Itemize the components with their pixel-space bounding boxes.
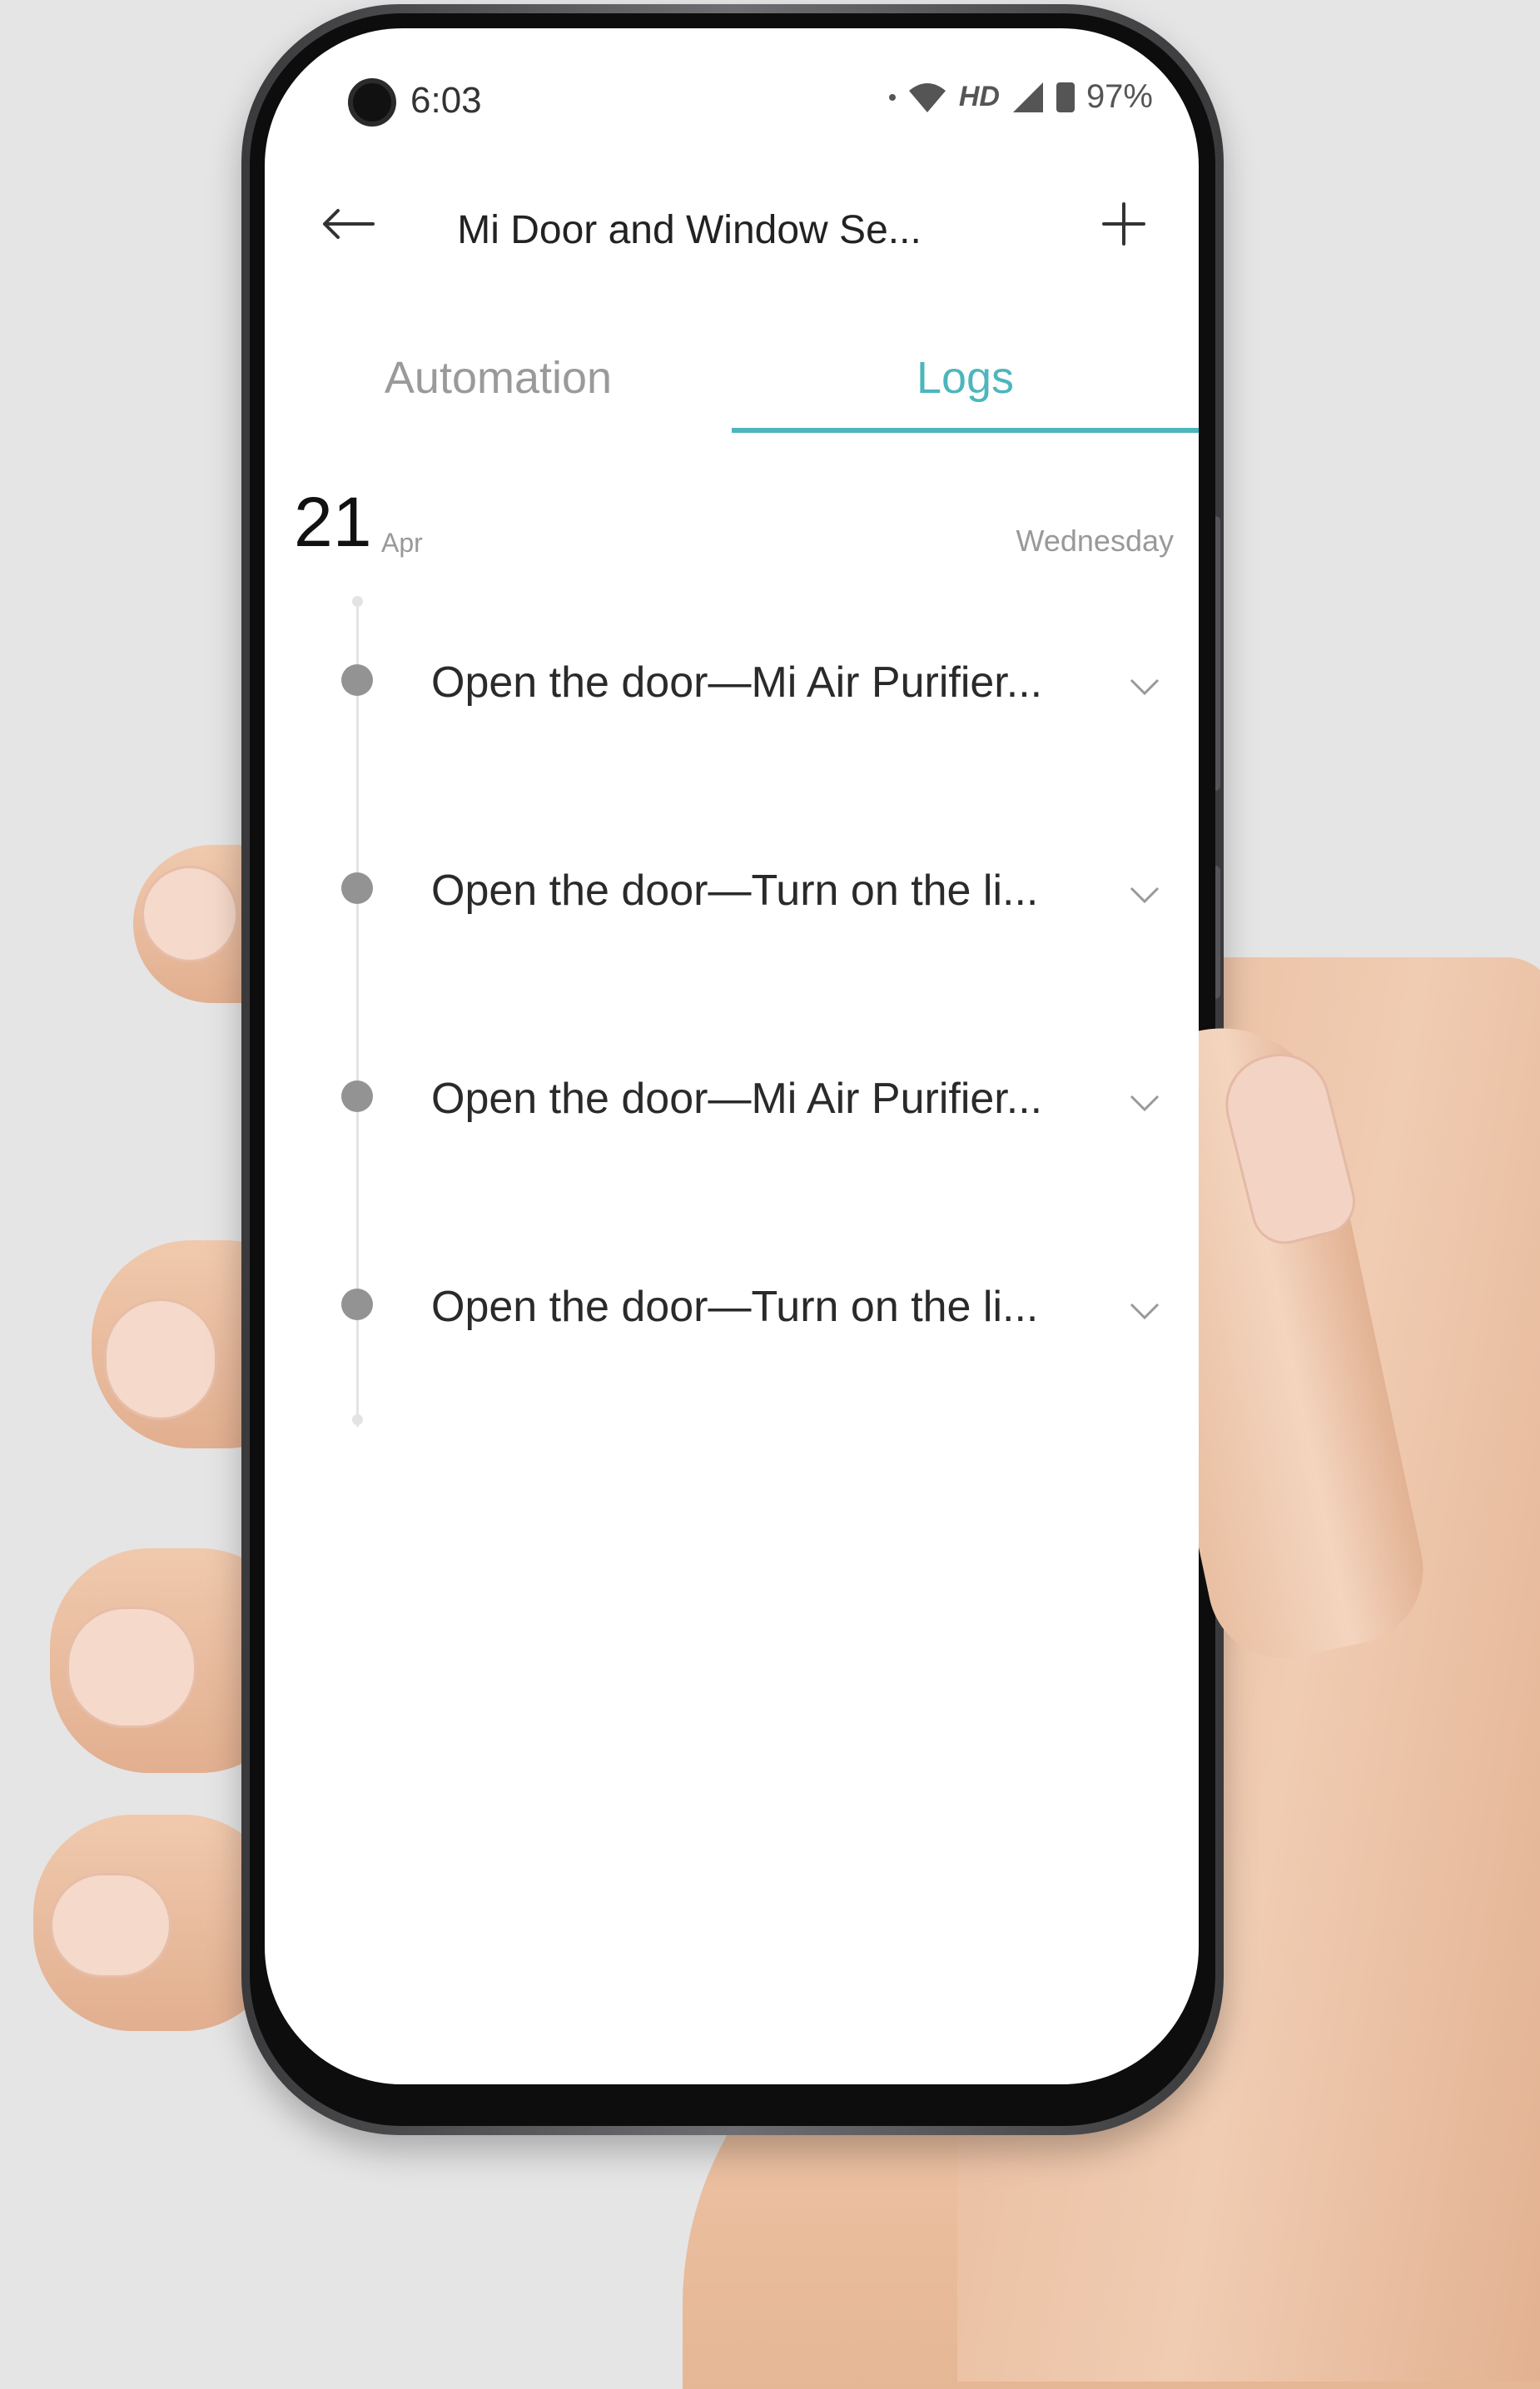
fingernail [104,1299,217,1420]
date-weekday: Wednesday [1016,524,1174,558]
signal-icon [1012,82,1043,112]
timeline-dot [341,872,373,904]
active-tab-indicator [732,428,1199,433]
fingernail [67,1607,196,1728]
chevron-down-icon[interactable] [1124,666,1165,708]
chevron-down-icon[interactable] [1124,1082,1165,1124]
wifi-icon [908,82,946,112]
notification-dot-icon [888,93,896,101]
date-day: 21 [294,483,372,561]
tab-logs[interactable]: Logs [732,328,1199,428]
timeline-start-dot [352,596,363,607]
log-text: Open the door—Turn on the li... [431,1283,1039,1331]
front-camera [348,78,396,127]
timeline-dot [341,664,373,696]
status-time: 6:03 [410,80,482,121]
log-text: Open the door—Mi Air Purifier... [431,658,1043,707]
phone-screen: 6:03 HD 97% Mi Door and Window Se... Aut… [265,28,1199,2084]
log-item[interactable]: Open the door—Turn on the li... [265,832,1199,941]
battery-icon [1056,82,1075,112]
timeline-end-dot [352,1414,363,1425]
log-text: Open the door—Mi Air Purifier... [431,1075,1043,1123]
log-item[interactable]: Open the door—Mi Air Purifier... [265,1041,1199,1149]
tab-bar: Automation Logs [265,328,1199,436]
status-icons: HD 97% [888,78,1153,116]
log-text: Open the door—Turn on the li... [431,867,1039,915]
fingernail [50,1873,171,1978]
tab-automation[interactable]: Automation [265,328,732,428]
chevron-down-icon[interactable] [1124,1290,1165,1332]
fingernail [142,866,238,962]
page-title: Mi Door and Window Se... [457,208,922,252]
timeline-dot [341,1289,373,1320]
timeline-dot [341,1080,373,1112]
chevron-down-icon[interactable] [1124,874,1165,916]
log-item[interactable]: Open the door—Mi Air Purifier... [265,624,1199,733]
add-plus-icon[interactable] [1090,191,1157,257]
battery-level: 97% [1085,78,1153,115]
network-type: HD [958,81,1000,112]
back-arrow-icon[interactable] [315,191,381,257]
log-item[interactable]: Open the door—Turn on the li... [265,1249,1199,1357]
date-month: Apr [381,528,423,558]
